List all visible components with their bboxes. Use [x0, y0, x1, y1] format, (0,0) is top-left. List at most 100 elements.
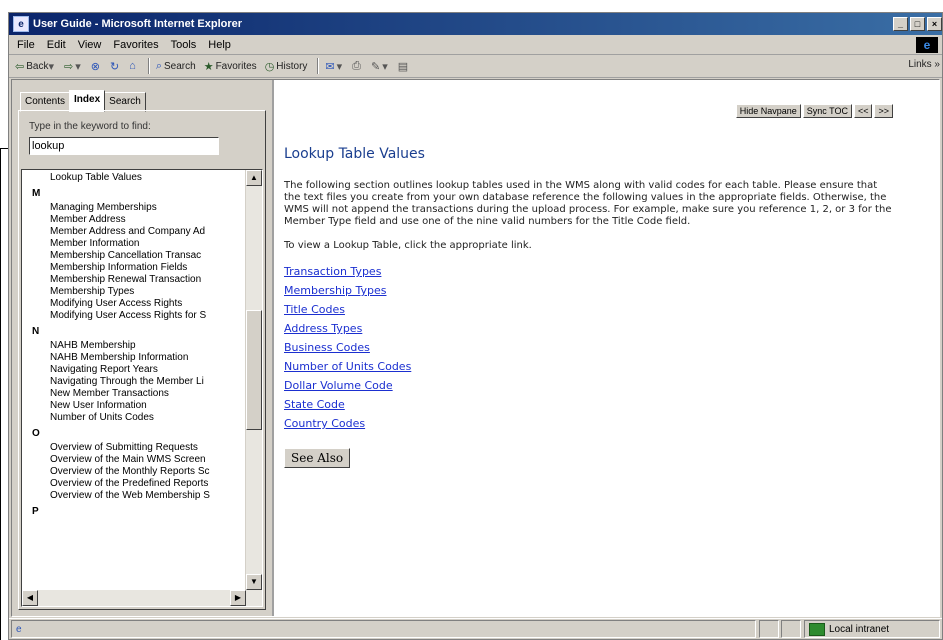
index-entry[interactable]: Membership Types [50, 286, 250, 298]
search-icon: ⌕ [155, 59, 162, 72]
tab-search[interactable]: Search [104, 92, 146, 112]
tab-contents[interactable]: Contents [20, 92, 71, 112]
index-letter-heading: P [32, 506, 39, 517]
menu-view[interactable]: View [78, 39, 102, 51]
topic-content: Lookup Table Values The following sectio… [284, 146, 891, 468]
scroll-left-button[interactable]: ◀ [22, 590, 38, 606]
content-area: Contents Index Search Type in the keywor… [11, 79, 940, 617]
forward-button[interactable]: ⇨ ▾ [64, 60, 83, 73]
index-list[interactable]: Lookup Table Values M Managing Memberships… [21, 169, 263, 607]
discuss-button[interactable]: ▤ [398, 60, 410, 73]
index-letter-heading: M [32, 188, 41, 199]
index-entry[interactable]: Membership Information Fields [50, 262, 250, 274]
toolbar: ⇦ Back ▾ ⇨ ▾ ⊗ ↻ ⌂ ⌕ Search ★ Favorites ◷ Hist… [9, 55, 942, 78]
index-entry[interactable]: New Member Transactions [50, 388, 250, 400]
back-button[interactable]: ⇦ Back ▾ [15, 60, 56, 73]
back-arrow-icon: ⇦ [15, 60, 25, 73]
history-label: History [276, 60, 308, 72]
scroll-thumb[interactable] [246, 310, 262, 430]
close-button[interactable]: × [927, 17, 942, 31]
index-entry[interactable]: Membership Cancellation Transac [50, 250, 250, 262]
mail-button[interactable]: ✉ ▾ [325, 60, 344, 73]
menu-file[interactable]: File [17, 39, 35, 51]
refresh-button[interactable]: ↻ [110, 60, 121, 73]
menu-edit[interactable]: Edit [47, 39, 66, 51]
link-country-codes[interactable]: Country Codes [284, 417, 365, 430]
next-topic-button[interactable]: >> [874, 104, 893, 118]
favorites-button[interactable]: ★ Favorites [204, 60, 257, 73]
scroll-up-button[interactable]: ▲ [246, 170, 262, 186]
index-entry[interactable]: Member Address [50, 214, 250, 226]
vertical-scrollbar[interactable]: ▲ ▼ [245, 170, 262, 590]
stop-button[interactable]: ⊗ [91, 60, 102, 73]
print-icon: ⎙ [352, 59, 361, 72]
index-entry[interactable]: Navigating Through the Member Li [50, 376, 250, 388]
navigation-pane: Contents Index Search Type in the keywor… [12, 80, 274, 616]
stop-icon: ⊗ [90, 60, 100, 73]
index-entry[interactable]: NAHB Membership [50, 340, 250, 352]
index-list-items: Lookup Table Values M Managing Memberships… [22, 170, 250, 590]
link-business-codes[interactable]: Business Codes [284, 341, 370, 354]
instruction-text: To view a Lookup Table, click the approp… [284, 240, 532, 251]
search-label: Search [164, 60, 196, 72]
status-panel [781, 620, 801, 638]
history-icon: ◷ [264, 60, 275, 73]
print-button[interactable]: ⎙ [352, 60, 363, 73]
menu-favorites[interactable]: Favorites [113, 39, 158, 51]
keyword-input[interactable] [29, 137, 219, 155]
status-text: e [11, 620, 756, 638]
minimize-button[interactable]: _ [893, 17, 908, 31]
link-state-code[interactable]: State Code [284, 398, 345, 411]
history-button[interactable]: ◷ History [265, 60, 308, 73]
favorites-icon: ★ [203, 60, 214, 73]
index-entry[interactable]: Overview of the Monthly Reports Sc [50, 466, 250, 478]
index-entry[interactable]: Modifying User Access Rights [50, 298, 250, 310]
toolbar-separator [147, 58, 150, 74]
menu-bar: File Edit View Favorites Tools Help [9, 35, 942, 55]
index-entry[interactable]: Lookup Table Values [50, 172, 250, 184]
index-entry[interactable]: Number of Units Codes [50, 412, 250, 424]
links-label[interactable]: Links » [908, 59, 940, 70]
menu-tools[interactable]: Tools [171, 39, 197, 51]
see-also-button[interactable]: See Also [284, 448, 351, 468]
index-entry[interactable]: Managing Memberships [50, 202, 250, 214]
index-entry[interactable]: NAHB Membership Information [50, 352, 250, 364]
link-number-of-units-codes[interactable]: Number of Units Codes [284, 360, 411, 373]
hide-navpane-button[interactable]: Hide Navpane [735, 104, 801, 118]
index-entry[interactable]: Overview of the Main WMS Screen [50, 454, 250, 466]
horizontal-scrollbar[interactable]: ◀ ▶ [22, 590, 262, 606]
link-title-codes[interactable]: Title Codes [284, 303, 345, 316]
maximize-button[interactable]: □ [910, 17, 925, 31]
link-address-types[interactable]: Address Types [284, 322, 362, 335]
menu-help[interactable]: Help [208, 39, 231, 51]
index-entry[interactable]: Modifying User Access Rights for S [50, 310, 250, 322]
favorites-label: Favorites [215, 60, 257, 72]
search-button[interactable]: ⌕ Search [156, 60, 196, 73]
index-entry[interactable]: Member Address and Company Ad [50, 226, 250, 238]
tab-index[interactable]: Index [69, 90, 106, 112]
list-item: Number of Units Codes [284, 360, 884, 379]
window-title: User Guide - Microsoft Internet Explorer [33, 18, 243, 30]
list-item: Title Codes [284, 303, 884, 322]
window-controls: _ □ × [893, 17, 942, 31]
home-button[interactable]: ⌂ [129, 60, 138, 72]
index-entry[interactable]: Overview of Submitting Requests [50, 442, 250, 454]
index-entry[interactable]: Membership Renewal Transaction [50, 274, 250, 286]
sync-toc-button[interactable]: Sync TOC [802, 104, 852, 118]
index-entry[interactable]: Navigating Report Years [50, 364, 250, 376]
intranet-icon [809, 622, 825, 636]
index-letter-heading: O [32, 428, 40, 439]
index-entry[interactable]: Member Information [50, 238, 250, 250]
index-entry[interactable]: New User Information [50, 400, 250, 412]
scroll-right-button[interactable]: ▶ [230, 590, 246, 606]
scroll-down-button[interactable]: ▼ [246, 574, 262, 590]
edit-button[interactable]: ✎ ▾ [371, 60, 390, 73]
zone-label: Local intranet [829, 623, 890, 635]
previous-topic-button[interactable]: << [853, 104, 873, 118]
link-transaction-types[interactable]: Transaction Types [284, 265, 381, 278]
index-entry[interactable]: Overview of the Web Membership S [50, 490, 250, 502]
index-entry[interactable]: Overview of the Predefined Reports [50, 478, 250, 490]
link-membership-types[interactable]: Membership Types [284, 284, 386, 297]
status-panel [759, 620, 779, 638]
link-dollar-volume-code[interactable]: Dollar Volume Code [284, 379, 393, 392]
